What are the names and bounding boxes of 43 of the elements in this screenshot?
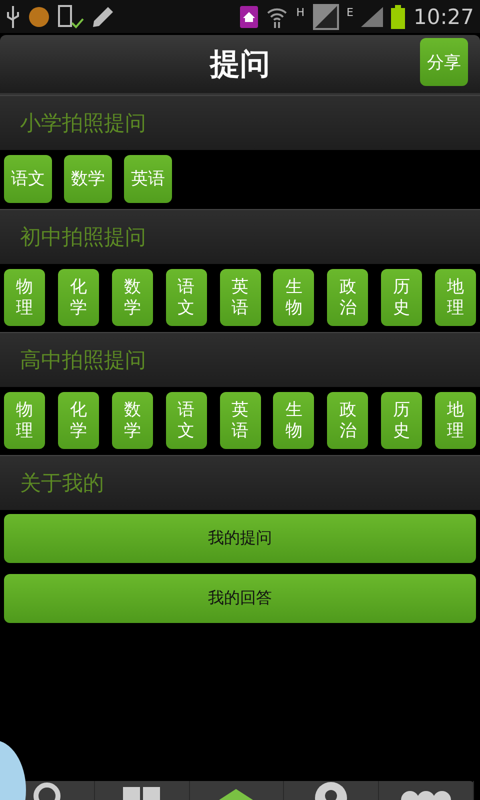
- subject-button[interactable]: 英语: [220, 269, 260, 326]
- share-button[interactable]: 分享: [420, 38, 468, 86]
- page-title: 提问: [210, 46, 270, 84]
- subject-button[interactable]: 地理: [435, 392, 476, 449]
- subject-button[interactable]: 政治: [327, 392, 368, 449]
- subject-button[interactable]: 化学: [58, 392, 99, 449]
- subject-button[interactable]: 地理: [435, 269, 476, 326]
- subject-button[interactable]: 政治: [327, 269, 368, 326]
- wifi-icon: [266, 6, 288, 28]
- subject-button[interactable]: 英语: [124, 155, 172, 203]
- section-title: 高中拍照提问: [20, 347, 146, 374]
- signal-icon: [361, 6, 384, 26]
- section-title: 小学拍照提问: [20, 110, 146, 137]
- section-title: 关于我的: [20, 470, 104, 497]
- usb-icon: [6, 6, 20, 28]
- subject-button[interactable]: 生物: [273, 269, 314, 326]
- network-type-label: H: [296, 6, 305, 19]
- subject-button[interactable]: 语文: [166, 392, 207, 449]
- phone-check-icon: [58, 4, 84, 28]
- subject-button[interactable]: 化学: [58, 269, 99, 326]
- circle-icon: [28, 6, 50, 28]
- subject-button[interactable]: 历史: [381, 392, 422, 449]
- person-icon[interactable]: [314, 781, 348, 800]
- subject-button[interactable]: 物理: [4, 269, 45, 326]
- subject-button[interactable]: 数学: [64, 155, 112, 203]
- battery-icon: [391, 4, 406, 28]
- action-button[interactable]: 我的回答: [4, 574, 476, 623]
- network-type-label: E: [346, 6, 354, 19]
- signal-icon: [312, 4, 339, 30]
- subject-button[interactable]: 数学: [112, 392, 153, 449]
- action-button[interactable]: 我的提问: [4, 514, 476, 563]
- subject-button[interactable]: 数学: [112, 269, 153, 326]
- home-icon: [240, 6, 258, 28]
- search-icon[interactable]: [32, 781, 62, 800]
- pencil-icon: [92, 6, 114, 28]
- section-title: 初中拍照提问: [20, 224, 146, 251]
- subject-button[interactable]: 生物: [273, 392, 314, 449]
- subject-button[interactable]: 语文: [4, 155, 52, 203]
- subject-button[interactable]: 物理: [4, 392, 45, 449]
- subject-button[interactable]: 历史: [381, 269, 422, 326]
- subject-button[interactable]: 英语: [220, 392, 260, 449]
- subject-button[interactable]: 语文: [166, 269, 207, 326]
- clock: 10:27: [413, 4, 474, 28]
